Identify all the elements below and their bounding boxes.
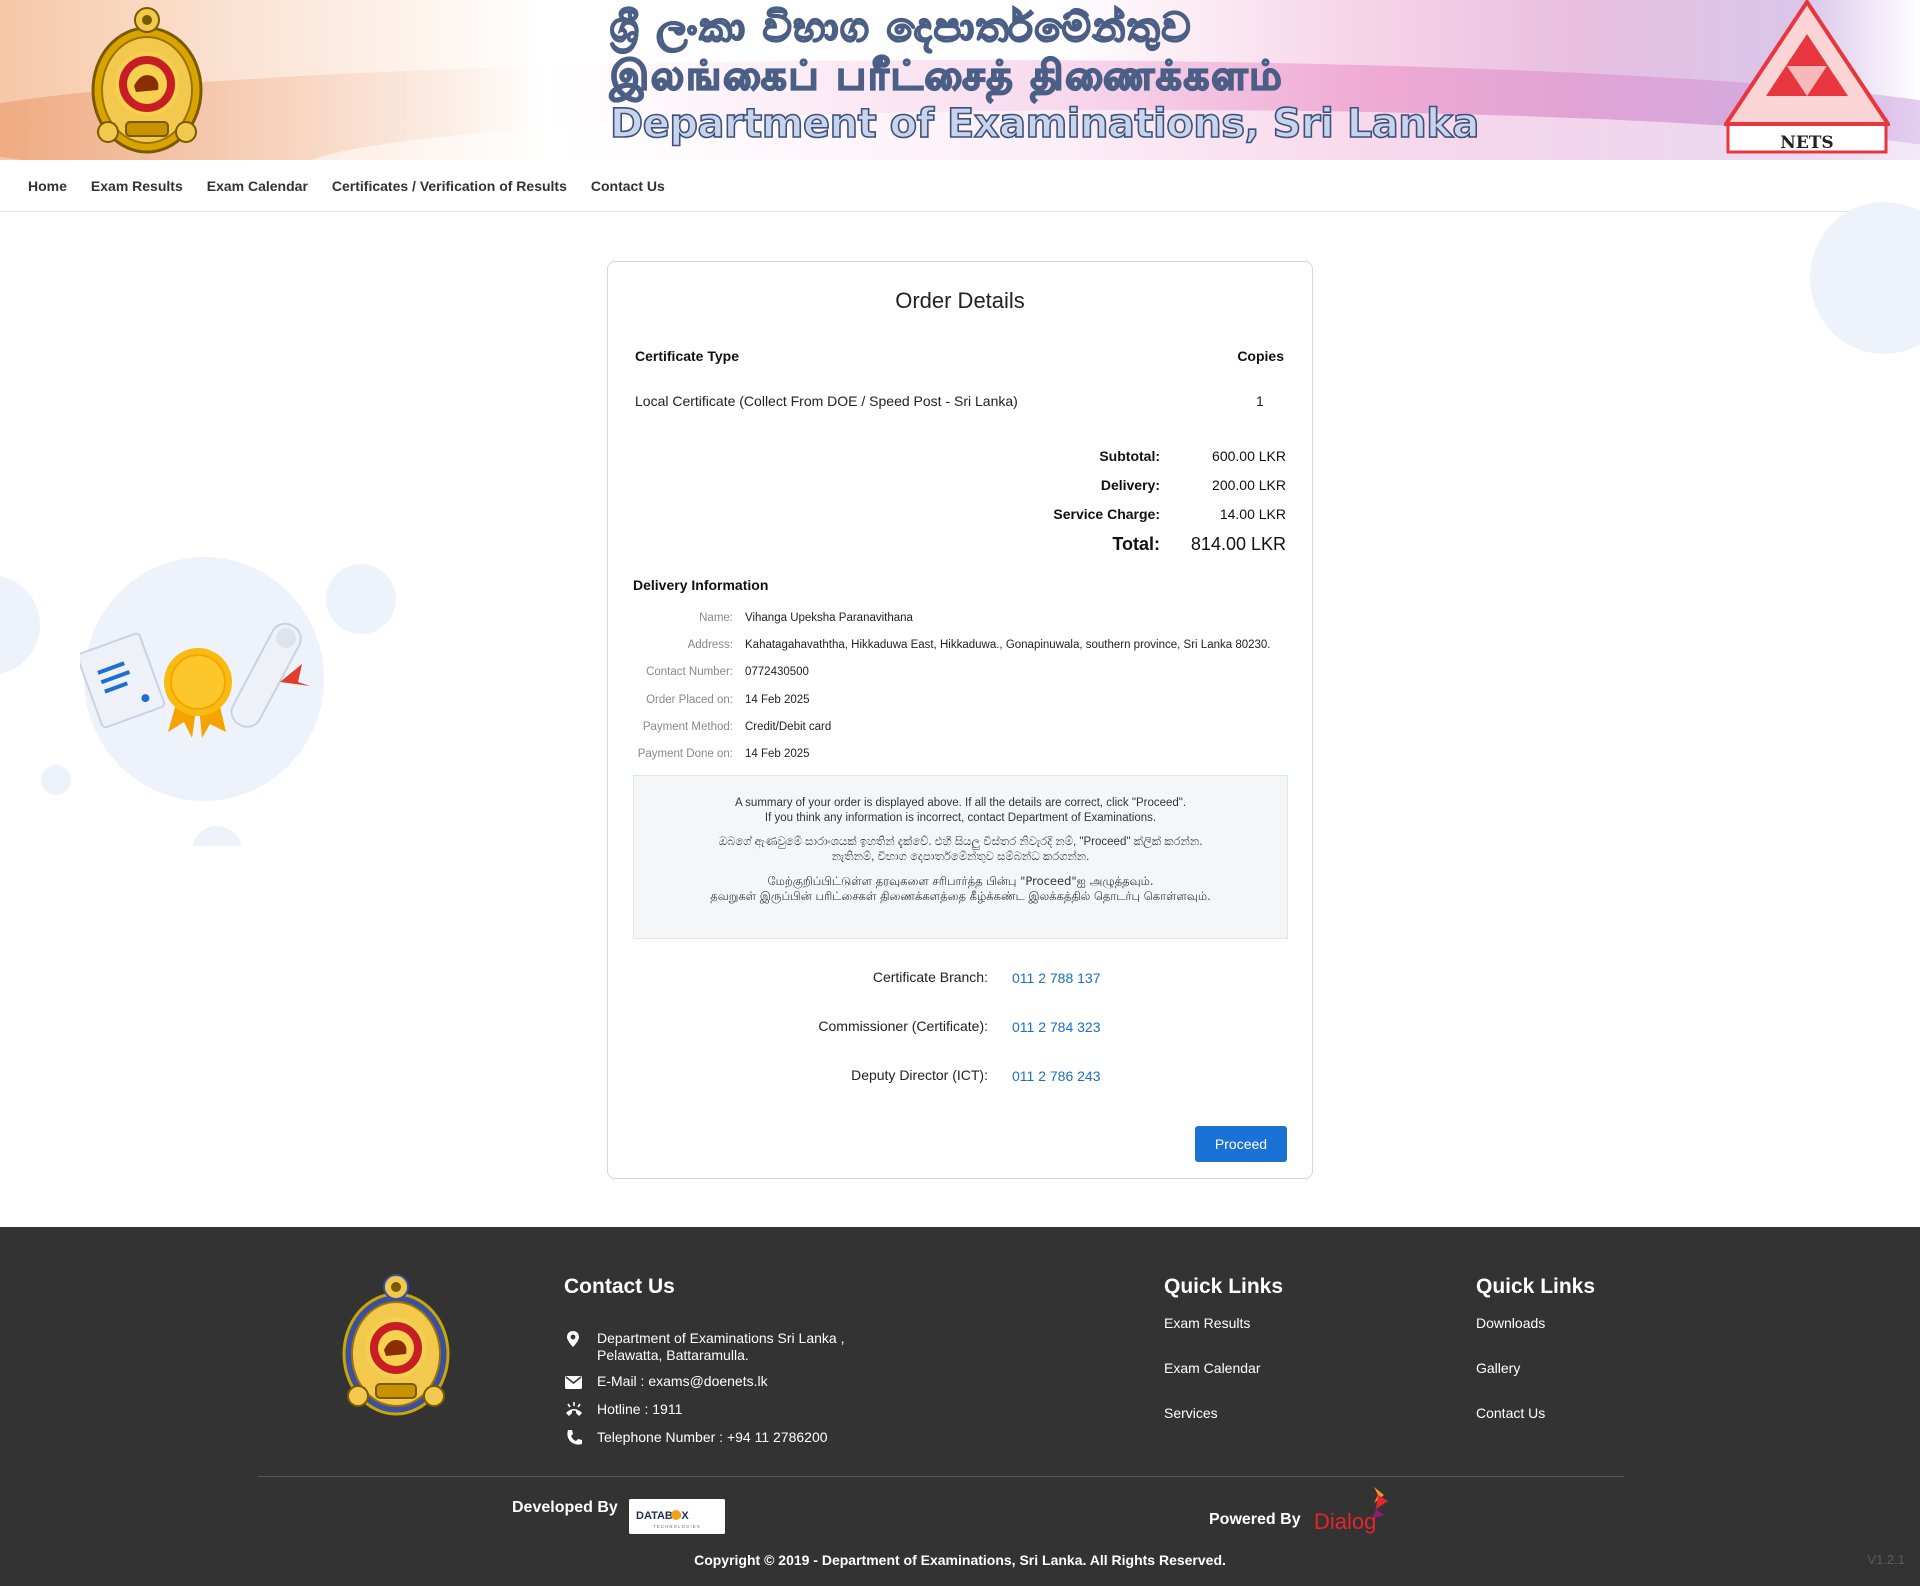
footer-link-downloads[interactable]: Downloads [1476, 1315, 1545, 1331]
name-value: Vihanga Upeksha Paranavithana [745, 612, 913, 624]
footer-contact-title: Contact Us [564, 1275, 675, 1298]
subtotal-value: 600.00 LKR [1212, 448, 1286, 464]
delivery-label: Delivery: [1100, 477, 1160, 493]
footer-divider [258, 1476, 1624, 1477]
footer-quick-links-title-1: Quick Links [1164, 1275, 1284, 1298]
email-icon [565, 1376, 582, 1389]
decor-circle [192, 826, 242, 846]
order-summary-notice: A summary of your order is displayed abo… [633, 775, 1288, 939]
notice-english-2: If you think any information is incorrec… [764, 811, 1157, 824]
decor-circle [326, 564, 396, 634]
footer-link-gallery[interactable]: Gallery [1476, 1360, 1520, 1376]
footer-email-text: E-Mail : exams@doenets.lk [597, 1373, 768, 1389]
order-placed-value: 14 Feb 2025 [745, 694, 810, 706]
decor-circle [1810, 202, 1920, 354]
subtotal-label: Subtotal: [1099, 448, 1160, 464]
nets-label: NETS [1780, 133, 1833, 153]
nav-exam-results[interactable]: Exam Results [91, 178, 183, 194]
footer-link-exam-results[interactable]: Exam Results [1164, 1315, 1250, 1331]
developed-by-label: Developed By [512, 1499, 618, 1516]
order-title: Order Details [895, 288, 1025, 313]
address-label: Address: [687, 639, 733, 651]
footer: Contact Us Department of Examinations Sr… [0, 1227, 1920, 1586]
footer-hotline: Hotline : 1911 [565, 1401, 682, 1419]
state-emblem-icon [91, 7, 203, 154]
total-label: Total: [1112, 534, 1160, 554]
payment-method-label: Payment Method: [642, 721, 733, 733]
footer-email: E-Mail : exams@doenets.lk [565, 1373, 768, 1391]
contact-number-label: Contact Number: [646, 666, 733, 678]
phone-link-certificate-branch[interactable]: 011 2 788 137 [1012, 970, 1101, 986]
title-tamil: இலங்கைப் பரீட்சைத் திணைக்களம் [609, 51, 1284, 100]
footer-telephone: Telephone Number : +94 11 2786200 [565, 1429, 828, 1447]
payment-done-value: 14 Feb 2025 [745, 748, 810, 760]
phone-link-commissioner[interactable]: 011 2 784 323 [1012, 1019, 1101, 1035]
nav-home[interactable]: Home [28, 178, 67, 194]
total-value: 814.00 LKR [1190, 534, 1286, 554]
phone-label-commissioner: Commissioner (Certificate): [818, 1018, 988, 1034]
location-pin-icon [567, 1331, 579, 1347]
service-charge-value: 14.00 LKR [1219, 506, 1286, 522]
contact-number-value: 0772430500 [745, 666, 809, 678]
notice-tamil-1: மேற்குறிப்பிட்டுள்ள தரவுகளை சரிபார்த்த ப… [767, 874, 1154, 888]
state-emblem-icon [342, 1274, 450, 1416]
address-value: Kahatagahavaththa, Hikkaduwa East, Hikka… [745, 639, 1271, 651]
footer-link-exam-calendar[interactable]: Exam Calendar [1164, 1360, 1261, 1376]
order-placed-label: Order Placed on: [646, 694, 733, 706]
main-nav: Home Exam Results Exam Calendar Certific… [0, 160, 1920, 212]
delivery-value: 200.00 LKR [1212, 477, 1286, 493]
order-details-card: Order Details Certificate Type Copies Lo… [607, 261, 1313, 1179]
title-sinhala: ශ්‍රී ලංකා විභාග දෙපාර්තමේන්තුව [609, 3, 1193, 52]
hotline-icon [566, 1402, 582, 1416]
footer-link-contact-us[interactable]: Contact Us [1476, 1405, 1545, 1421]
footer-quick-links-title-2: Quick Links [1476, 1275, 1596, 1298]
nav-contact-us[interactable]: Contact Us [591, 178, 665, 194]
dialog-logo[interactable]: Dialog [1312, 1485, 1398, 1535]
version-label: V1.2.1 [1867, 1552, 1905, 1567]
department-title-block: ශ්‍රී ලංකා විභාග දෙපාර්තමේන්තුව இலங்கைப்… [609, 3, 1480, 148]
notice-tamil-2: தவறுகள் இருப்பின் பரிட்சைகள் திணைக்களத்த… [710, 888, 1211, 903]
powered-by-label: Powered By [1209, 1511, 1301, 1528]
col-certificate-type: Certificate Type [635, 348, 739, 364]
footer-address-line-1: Department of Examinations Sri Lanka , [597, 1330, 845, 1346]
decor-circle [0, 575, 40, 675]
copyright-text: Copyright © 2019 - Department of Examina… [694, 1552, 1226, 1568]
certificate-illustration [80, 622, 310, 738]
notice-english-1: A summary of your order is displayed abo… [734, 797, 1187, 809]
databox-logo-subtext: TECHNOLOGIES [653, 1524, 701, 1529]
footer-address-line-2: Pelawatta, Battaramulla. [597, 1347, 749, 1363]
footer-hotline-text: Hotline : 1911 [597, 1401, 683, 1417]
nav-certificates[interactable]: Certificates / Verification of Results [332, 178, 567, 194]
footer-telephone-text: Telephone Number : +94 11 2786200 [597, 1429, 828, 1445]
phone-icon [567, 1430, 582, 1445]
service-charge-label: Service Charge: [1053, 506, 1160, 522]
header-banner: ශ්‍රී ලංකා විභාග දෙපාර්තමේන්තුව இலங்கைப்… [0, 0, 1920, 160]
nets-triangle-icon: NETS [1724, 0, 1890, 154]
databox-logo[interactable]: DATABOX TECHNOLOGIES [629, 1499, 725, 1534]
title-english: Department of Examinations, Sri Lanka [609, 100, 1480, 148]
phone-link-deputy-director[interactable]: 011 2 786 243 [1012, 1068, 1101, 1084]
nav-exam-calendar[interactable]: Exam Calendar [207, 178, 308, 194]
proceed-button[interactable]: Proceed [1195, 1126, 1287, 1162]
footer-address: Department of Examinations Sri Lanka , P… [565, 1330, 844, 1364]
name-label: Name: [699, 612, 733, 624]
phone-label-certificate-branch: Certificate Branch: [872, 969, 988, 985]
phone-label-deputy-director: Deputy Director (ICT): [851, 1067, 988, 1083]
delivery-info-title: Delivery Information [633, 577, 769, 593]
decor-circle [41, 765, 71, 795]
notice-sinhala-1: ඔබගේ ඇණවුමේ සාරාංශයක් ඉහතින් දැක්වේ. එහි… [718, 836, 1203, 848]
col-copies: Copies [1237, 348, 1284, 364]
databox-logo-text: DATABOX [636, 1510, 689, 1522]
dialog-logo-text: Dialog [1314, 1509, 1376, 1534]
item-copies: 1 [1256, 393, 1264, 409]
footer-link-services[interactable]: Services [1164, 1405, 1218, 1421]
payment-method-value: Credit/Debit card [745, 721, 832, 733]
payment-done-label: Payment Done on: [637, 748, 733, 760]
notice-sinhala-2: නැතිනම්, විභාග දෙපාර්තමේන්තුව සම්බන්ධ කර… [831, 850, 1090, 863]
item-certificate-type: Local Certificate (Collect From DOE / Sp… [635, 393, 1018, 409]
